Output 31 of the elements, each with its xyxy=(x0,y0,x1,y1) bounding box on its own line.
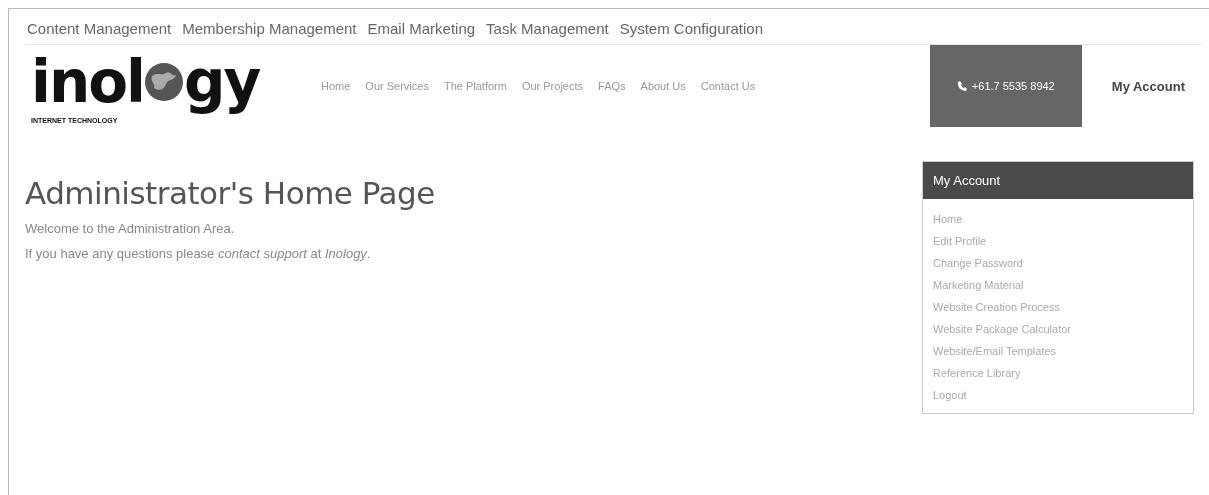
logo-text: inol xyxy=(31,48,144,116)
admin-menu-item[interactable]: Email Marketing xyxy=(367,20,476,37)
phone-icon xyxy=(956,81,967,91)
nav-link[interactable]: Contact Us xyxy=(700,80,756,92)
admin-menu-item[interactable]: Membership Management xyxy=(182,20,357,37)
sidebar-link[interactable]: Website Creation Process xyxy=(933,301,1183,313)
sidebar-link[interactable]: Logout xyxy=(933,389,1183,401)
sidebar-link[interactable]: Change Password xyxy=(933,257,1183,269)
nav-link[interactable]: About Us xyxy=(640,80,686,92)
admin-menu-item[interactable]: Task Management xyxy=(486,20,609,37)
paragraph: Welcome to the Administration Area. xyxy=(25,221,236,236)
sidebar-link[interactable]: Website/Email Templates xyxy=(933,345,1183,357)
admin-menu-item[interactable]: Content Management xyxy=(27,20,172,37)
paragraph: If you have any questions please contact support at Inology. xyxy=(25,246,372,261)
nav-link[interactable]: Our Services xyxy=(365,80,429,92)
nav-link[interactable]: Our Projects xyxy=(521,80,584,92)
sidebar-link[interactable]: Marketing Material xyxy=(933,279,1183,291)
admin-menu-item[interactable]: System Configuration xyxy=(619,20,764,37)
sidebar-link[interactable]: Home xyxy=(933,213,1183,225)
nav-link[interactable]: Home xyxy=(321,80,351,92)
sidebar-link[interactable]: Website Package Calculator xyxy=(933,323,1183,335)
sidebar-link[interactable]: Edit Profile xyxy=(933,235,1183,247)
page-title: Administrator's Home Page xyxy=(25,175,436,211)
nav-link[interactable]: FAQs xyxy=(598,80,626,92)
phone-button[interactable]: +61.7 5535 8942 xyxy=(929,45,1082,127)
logo-text: gy xyxy=(183,48,260,116)
account-link[interactable]: My Account xyxy=(1111,78,1185,94)
globe-icon xyxy=(143,62,184,102)
nav-link[interactable]: The Platform xyxy=(443,80,507,92)
sidebar-link[interactable]: Reference Library xyxy=(933,367,1183,379)
sidebar-title: My Account xyxy=(923,162,1193,199)
